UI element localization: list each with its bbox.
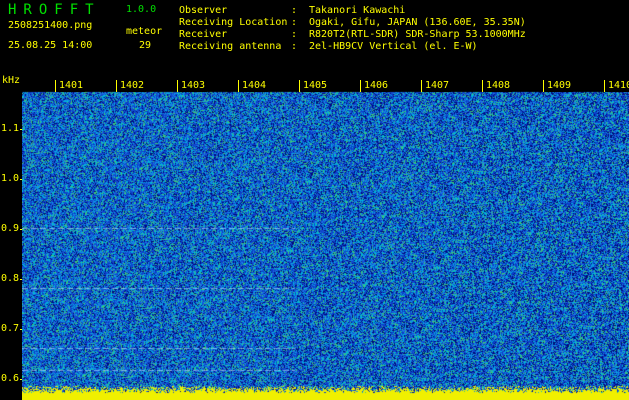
y-tick-label: 0.8 bbox=[1, 273, 20, 284]
echo-count: 29 bbox=[139, 40, 152, 51]
y-tick-label: 0.9 bbox=[1, 223, 20, 234]
x-tick bbox=[299, 80, 300, 92]
x-tick-label: 1405 bbox=[301, 80, 330, 92]
y-tick-label: 0.6 bbox=[1, 373, 20, 384]
x-tick-label: 1402 bbox=[118, 80, 147, 92]
spectrogram-canvas bbox=[22, 80, 629, 400]
x-tick bbox=[482, 80, 483, 92]
y-tick-label: 0.7 bbox=[1, 323, 20, 334]
x-tick-label: 1406 bbox=[362, 80, 391, 92]
x-tick bbox=[421, 80, 422, 92]
plot-type: meteor bbox=[126, 26, 163, 37]
y-tick-label: 1.1 bbox=[1, 123, 20, 134]
x-tick bbox=[543, 80, 544, 92]
y-tick-label: 1.0 bbox=[1, 173, 20, 184]
x-tick bbox=[55, 80, 56, 92]
x-tick-label: 1409 bbox=[545, 80, 574, 92]
x-tick-label: 1408 bbox=[484, 80, 513, 92]
x-tick-label: 1403 bbox=[179, 80, 208, 92]
app-version: 1.0.0 bbox=[126, 4, 157, 15]
info-value: R820T2(RTL-SDR) SDR-Sharp 53.1000MHz bbox=[309, 29, 526, 40]
x-tick-label: 1407 bbox=[423, 80, 452, 92]
y-axis-unit: kHz bbox=[2, 75, 21, 86]
info-antenna: Receiving antenna:2el-HB9CV Vertical (el… bbox=[179, 40, 478, 53]
x-tick-label: 1410 bbox=[606, 80, 629, 92]
app-title: HROFFT bbox=[8, 2, 101, 18]
x-tick-label: 1404 bbox=[240, 80, 269, 92]
x-tick-label: 1401 bbox=[57, 80, 86, 92]
spectrogram-plot: 1401 1402 1403 1404 1405 1406 1407 1408 … bbox=[22, 80, 629, 400]
x-tick bbox=[604, 80, 605, 92]
info-separator: : bbox=[291, 41, 298, 52]
file-name: 2508251400.png bbox=[8, 20, 93, 31]
plot-datetime: 25.08.25 14:00 bbox=[8, 40, 93, 51]
x-tick bbox=[238, 80, 239, 92]
x-tick bbox=[177, 80, 178, 92]
info-value: Ogaki, Gifu, JAPAN (136.60E, 35.35N) bbox=[309, 17, 526, 28]
x-tick bbox=[360, 80, 361, 92]
info-value: 2el-HB9CV Vertical (el. E-W) bbox=[309, 41, 478, 52]
x-tick bbox=[116, 80, 117, 92]
info-value: Takanori Kawachi bbox=[309, 5, 406, 16]
info-label: Receiving antenna bbox=[179, 41, 282, 52]
